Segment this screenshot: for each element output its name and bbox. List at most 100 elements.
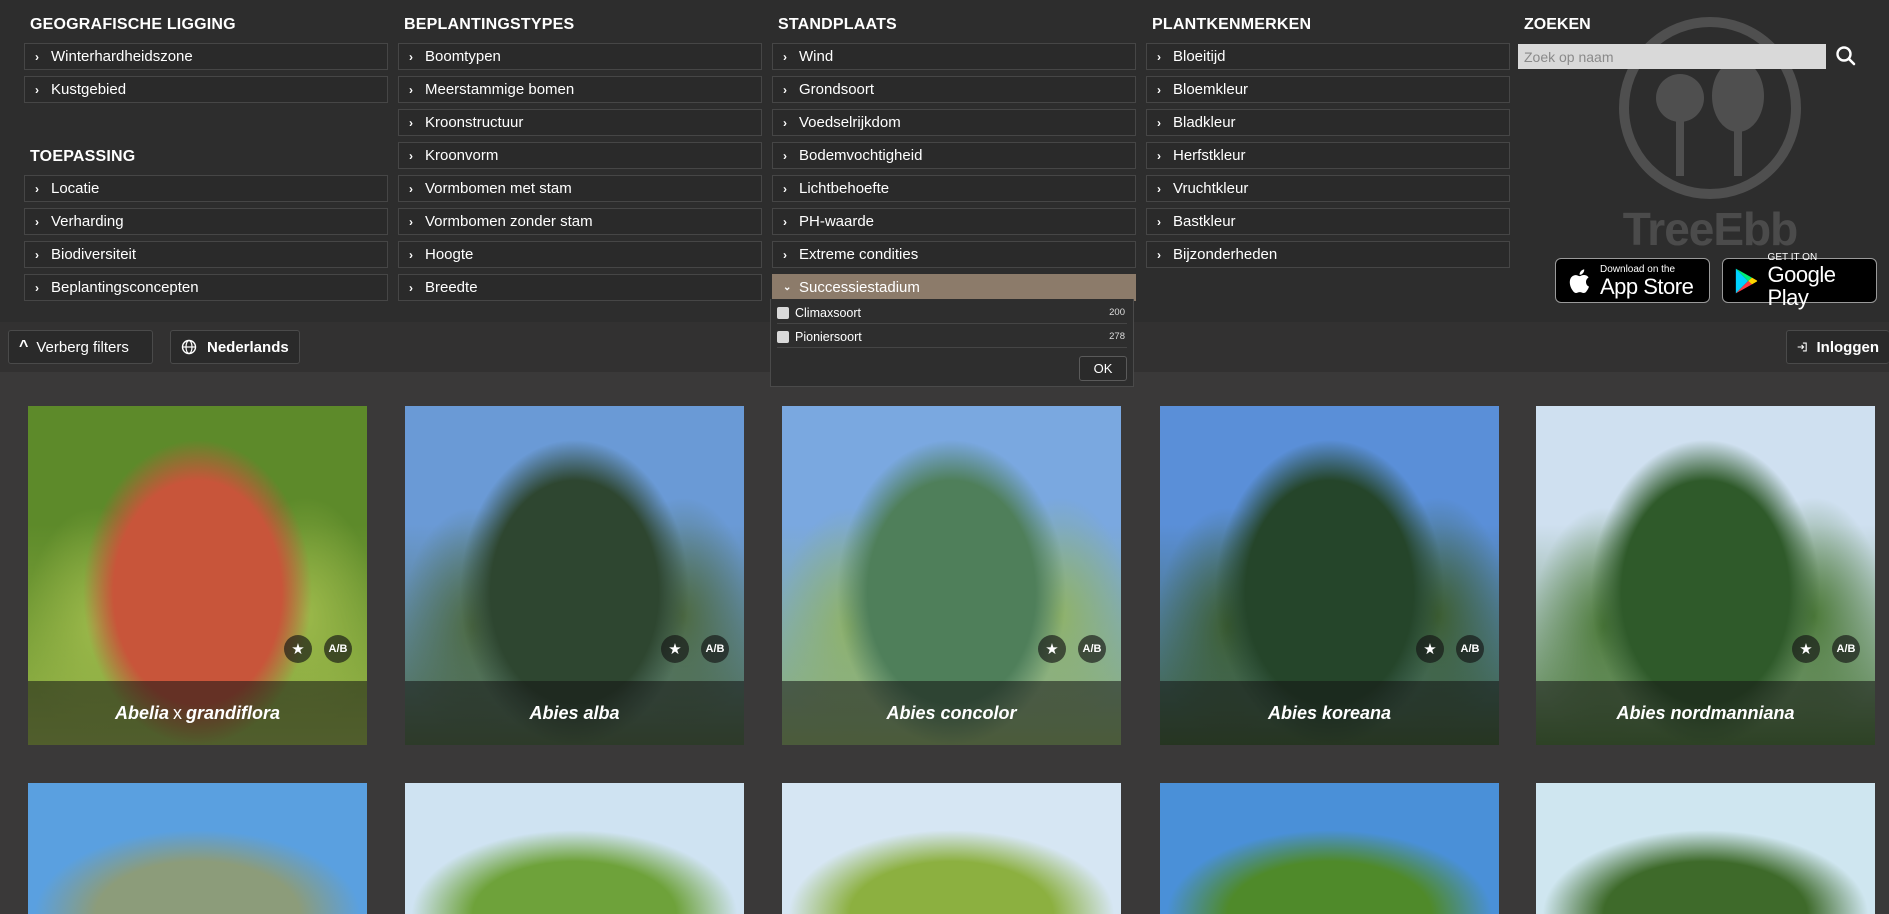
chevron-up-icon: ^: [19, 338, 29, 355]
filter-kroonvorm[interactable]: › Kroonvorm: [398, 142, 762, 169]
favorite-star-icon[interactable]: ★: [284, 635, 312, 663]
filter-breedte[interactable]: › Breedte: [398, 274, 762, 301]
tree-name: Abies concolor: [782, 681, 1121, 745]
favorite-star-icon[interactable]: ★: [661, 635, 689, 663]
chevron-right-icon: ›: [409, 280, 413, 295]
filter-panel: GEOGRAFISCHE LIGGING › Winterhardheidszon…: [0, 0, 1889, 322]
tree-card[interactable]: ★ A/B Abies koreana: [1160, 406, 1499, 745]
filter-label: Voedselrijkdom: [799, 114, 901, 131]
filter-boomtypen[interactable]: › Boomtypen: [398, 43, 762, 70]
tree-name: Abelia x grandiflora: [28, 681, 367, 745]
chevron-right-icon: ›: [783, 214, 787, 229]
tree-card[interactable]: ★ A/B Abies concolor: [782, 406, 1121, 745]
filter-vormbomen-zonder-stam[interactable]: › Vormbomen zonder stam: [398, 208, 762, 235]
filter-bladkleur[interactable]: › Bladkleur: [1146, 109, 1510, 136]
checkbox[interactable]: [777, 330, 789, 343]
filter-voedselrijkdom[interactable]: › Voedselrijkdom: [772, 109, 1136, 136]
filter-vormbomen-met-stam[interactable]: › Vormbomen met stam: [398, 175, 762, 202]
tree-card[interactable]: [405, 783, 744, 914]
favorite-star-icon[interactable]: ★: [1416, 635, 1444, 663]
filter-bastkleur[interactable]: › Bastkleur: [1146, 208, 1510, 235]
filter-ph-waarde[interactable]: › PH-waarde: [772, 208, 1136, 235]
tree-name-genus: Abelia: [114, 702, 169, 723]
compare-ab-icon[interactable]: A/B: [1078, 635, 1106, 663]
appstore-small-text: Download on the: [1600, 263, 1676, 275]
tree-card[interactable]: [782, 783, 1121, 914]
filter-bijzonderheden[interactable]: › Bijzonderheden: [1146, 241, 1510, 268]
app-store-badge[interactable]: Download on the App Store: [1555, 258, 1710, 303]
chevron-right-icon: ›: [783, 49, 787, 64]
filter-kustgebied[interactable]: › Kustgebied: [24, 76, 388, 103]
tree-name: Abies nordmanniana: [1536, 681, 1875, 745]
chevron-right-icon: ›: [1157, 82, 1161, 97]
chevron-right-icon: ›: [1157, 214, 1161, 229]
compare-ab-icon[interactable]: A/B: [1832, 635, 1860, 663]
brand-logo-text: TreeEbb: [1622, 203, 1799, 255]
filter-label: Hoogte: [425, 246, 474, 263]
chevron-right-icon: ›: [783, 181, 787, 196]
filter-label: Vruchtkleur: [1173, 180, 1249, 197]
login-icon: [1797, 342, 1807, 352]
tree-card[interactable]: [1160, 783, 1499, 914]
chevron-right-icon: ›: [409, 247, 413, 262]
chevron-right-icon: ›: [35, 247, 39, 262]
ok-button[interactable]: OK: [1079, 356, 1127, 381]
option-label: Climaxsoort: [795, 305, 861, 320]
globe-icon: [181, 339, 197, 355]
option-climaxsoort[interactable]: Climaxsoort 200: [777, 302, 1127, 324]
google-play-badge[interactable]: GET IT ON Google Play: [1722, 252, 1877, 309]
compare-ab-icon[interactable]: A/B: [324, 635, 352, 663]
filter-label: Bodemvochtigheid: [799, 147, 923, 164]
filter-bloemkleur[interactable]: › Bloemkleur: [1146, 76, 1510, 103]
language-button[interactable]: Nederlands: [170, 330, 300, 364]
chevron-down-icon: ⌄: [783, 282, 792, 293]
search-icon[interactable]: [1833, 43, 1859, 69]
heading-zoeken: ZOEKEN: [1524, 16, 1591, 33]
compare-ab-icon[interactable]: A/B: [701, 635, 729, 663]
filter-locatie[interactable]: › Locatie: [24, 175, 388, 202]
filter-label: Extreme condities: [799, 246, 919, 263]
filter-vruchtkleur[interactable]: › Vruchtkleur: [1146, 175, 1510, 202]
filter-herfstkleur[interactable]: › Herfstkleur: [1146, 142, 1510, 169]
filter-verharding[interactable]: › Verharding: [24, 208, 388, 235]
tree-photo: [405, 783, 744, 914]
hide-filters-button[interactable]: ^ Verberg filters: [8, 330, 153, 364]
compare-ab-icon[interactable]: A/B: [1456, 635, 1484, 663]
filter-winterhardheidszone[interactable]: › Winterhardheidszone: [24, 43, 388, 70]
search-input[interactable]: [1518, 44, 1826, 69]
filter-lichtbehoefte[interactable]: › Lichtbehoefte: [772, 175, 1136, 202]
filter-label: Wind: [799, 48, 834, 65]
filter-kroonstructuur[interactable]: › Kroonstructuur: [398, 109, 762, 136]
tree-card[interactable]: ★ A/B Abies nordmanniana: [1536, 406, 1875, 745]
filter-biodiversiteit[interactable]: › Biodiversiteit: [24, 241, 388, 268]
chevron-right-icon: ›: [409, 49, 413, 64]
heading-toepassing: TOEPASSING: [30, 148, 136, 165]
chevron-right-icon: ›: [1157, 115, 1161, 130]
chevron-right-icon: ›: [1157, 247, 1161, 262]
tree-name: Abies koreana: [1160, 681, 1499, 745]
option-pioniersoort[interactable]: Pioniersoort 278: [777, 326, 1127, 348]
filter-bodemvochtigheid[interactable]: › Bodemvochtigheid: [772, 142, 1136, 169]
chevron-right-icon: ›: [783, 115, 787, 130]
tree-card[interactable]: ★ A/B Abelia x grandiflora: [28, 406, 367, 745]
tree-name: Abies alba: [405, 681, 744, 745]
tree-card[interactable]: [28, 783, 367, 914]
favorite-star-icon[interactable]: ★: [1792, 635, 1820, 663]
filter-wind[interactable]: › Wind: [772, 43, 1136, 70]
filter-beplantingsconcepten[interactable]: › Beplantingsconcepten: [24, 274, 388, 301]
filter-grondsoort[interactable]: › Grondsoort: [772, 76, 1136, 103]
login-button[interactable]: Inloggen: [1786, 330, 1889, 364]
filter-successiestadium[interactable]: ⌄ Successiestadium: [772, 274, 1136, 301]
filter-hoogte[interactable]: › Hoogte: [398, 241, 762, 268]
hybrid-marker: x: [173, 702, 182, 723]
language-label: Nederlands: [207, 338, 289, 356]
tree-card[interactable]: [1536, 783, 1875, 914]
filter-meerstammige-bomen[interactable]: › Meerstammige bomen: [398, 76, 762, 103]
chevron-right-icon: ›: [409, 82, 413, 97]
tree-name-genus: Abies concolor: [886, 702, 1017, 723]
checkbox[interactable]: [777, 306, 789, 319]
filter-bloeitijd[interactable]: › Bloeitijd: [1146, 43, 1510, 70]
tree-card[interactable]: ★ A/B Abies alba: [405, 406, 744, 745]
favorite-star-icon[interactable]: ★: [1038, 635, 1066, 663]
filter-extreme-condities[interactable]: › Extreme condities: [772, 241, 1136, 268]
